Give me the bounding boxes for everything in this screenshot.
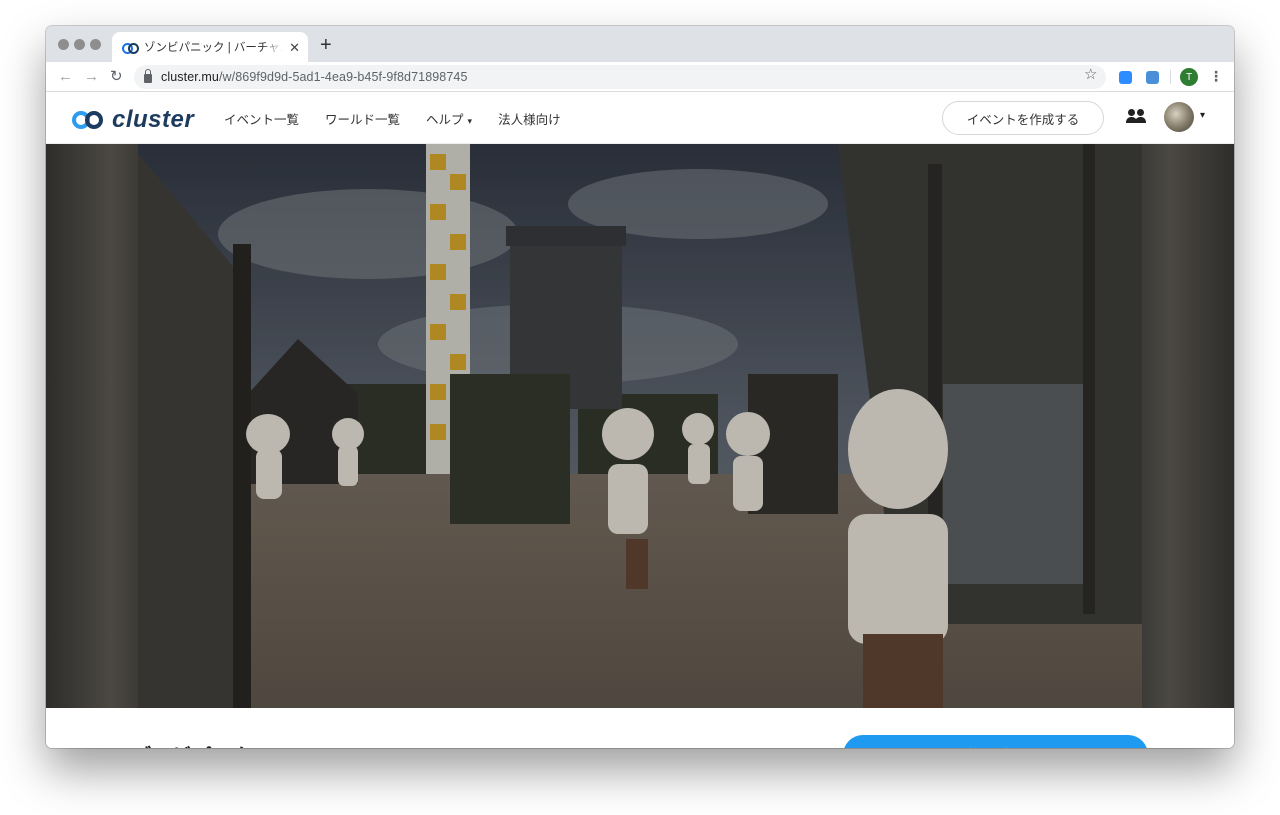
site-header: cluster イベント一覧 ワールド一覧 ヘルプ ▾ 法人様向け イベントを作成… [46,92,1234,144]
bookmark-star-icon[interactable]: ☆ [1084,65,1097,83]
url-text: cluster.mu/w/869f9d9d-5ad1-4ea9-b45f-9f8… [161,70,468,84]
url-path: /w/869f9d9d-5ad1-4ea9-b45f-9f8d71898745 [218,70,468,84]
close-window-icon[interactable] [58,39,69,50]
tab-title: ゾンビパニック | バーチャルSNS cluster [144,42,283,54]
create-event-button[interactable]: イベントを作成する [942,101,1104,135]
zombie-world-scene [138,144,1142,708]
chrome-menu-icon[interactable]: ⋮ [1209,68,1223,85]
browser-window: ゾンビパニック | バーチャルSNS cluster ✕ + ← → ↻ clu… [46,26,1234,748]
cluster-logo[interactable]: cluster [72,106,194,134]
nav-world-list[interactable]: ワールド一覧 [325,109,400,128]
minimize-window-icon[interactable] [74,39,85,50]
address-bar[interactable]: cluster.mu/w/869f9d9d-5ad1-4ea9-b45f-9f8… [134,65,1106,89]
world-thumbnail [46,144,1234,708]
lock-icon [144,69,152,83]
toolbar-divider [1170,70,1171,84]
account-chevron-down-icon[interactable]: ▾ [1200,110,1205,121]
friends-icon[interactable] [1126,109,1146,125]
browser-tab[interactable]: ゾンビパニック | バーチャルSNS cluster ✕ [112,32,308,62]
cluster-favicon-icon [122,42,139,54]
forward-icon[interactable]: → [84,67,99,87]
browser-toolbar: ← → ↻ cluster.mu/w/869f9d9d-5ad1-4ea9-b4… [46,62,1234,92]
zoom-extension-icon[interactable] [1119,71,1132,84]
new-tab-button[interactable]: + [320,35,332,55]
avatar[interactable] [1164,102,1194,132]
main-nav: イベント一覧 ワールド一覧 ヘルプ ▾ 法人様向け [224,92,587,144]
nav-help[interactable]: ヘルプ ▾ [426,109,472,128]
cluster-logo-icon [72,109,104,131]
logo-text: cluster [112,106,195,133]
chevron-down-icon: ▾ [467,115,473,126]
thumbnail-blur-left [46,144,138,708]
profile-icon[interactable]: T [1180,68,1198,86]
back-icon[interactable]: ← [58,67,73,87]
extension-icon[interactable] [1146,71,1159,84]
maximize-window-icon[interactable] [90,39,101,50]
tab-strip: ゾンビパニック | バーチャルSNS cluster ✕ + [46,26,1234,62]
play-button[interactable]: 遊びに行く [843,735,1148,748]
nav-event-list[interactable]: イベント一覧 [224,109,299,128]
world-title: ゾンビパーク [132,740,252,748]
nav-help-label: ヘルプ [426,112,464,127]
reload-icon[interactable]: ↻ [110,67,123,87]
thumbnail-blur-right [1142,144,1234,708]
url-host: cluster.mu [161,70,219,84]
tab-close-icon[interactable]: ✕ [289,41,300,54]
world-info: ゾンビパーク 遊びに行く [46,708,1234,748]
nav-business[interactable]: 法人様向け [498,109,561,128]
